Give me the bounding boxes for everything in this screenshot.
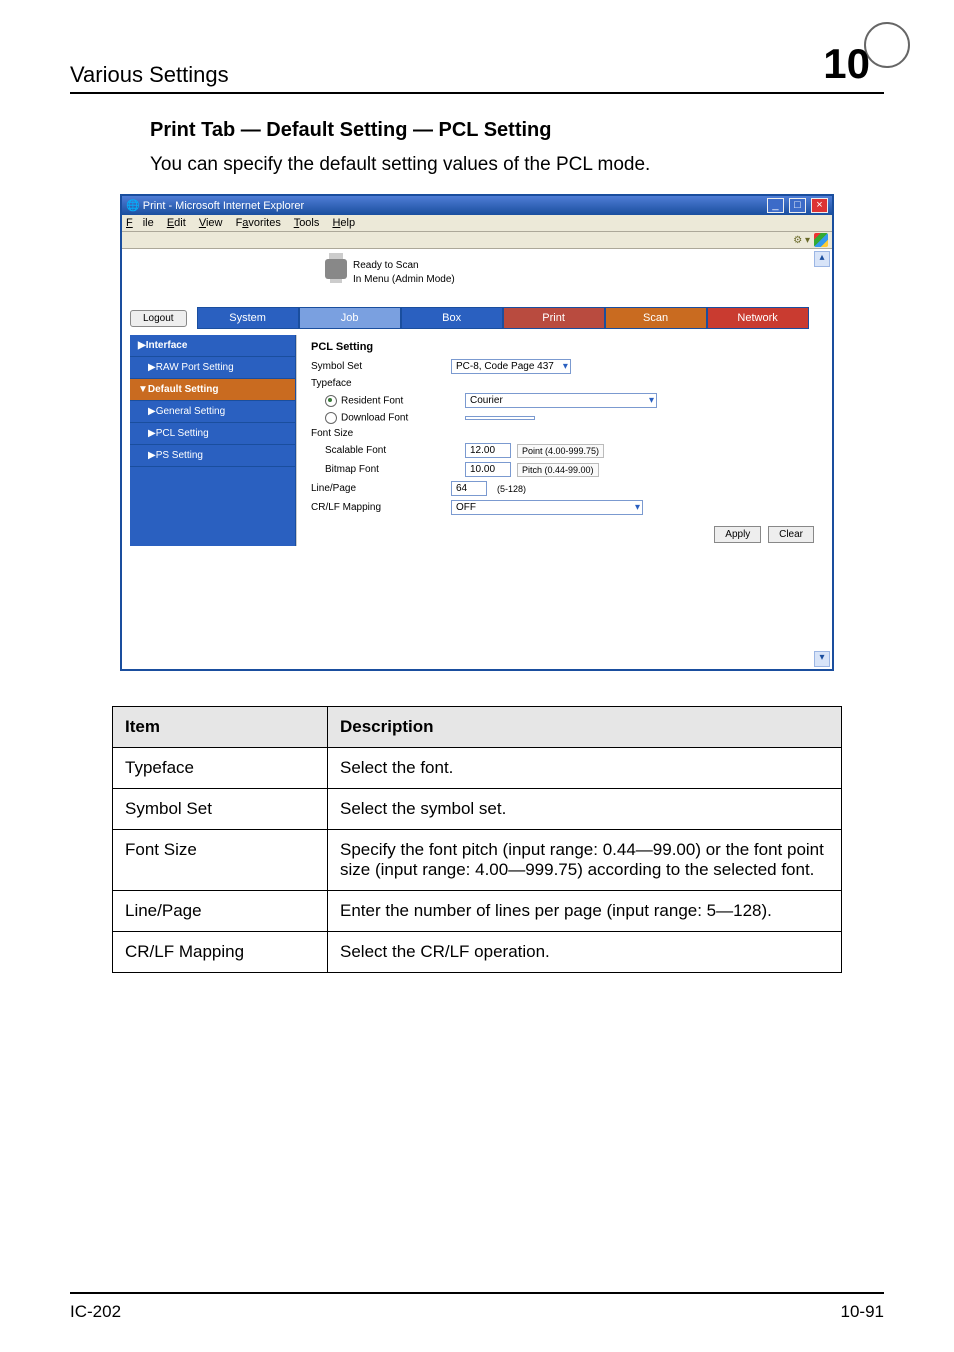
scroll-up-icon[interactable]: ▴ (814, 251, 830, 267)
description-table: Item Description TypefaceSelect the font… (112, 706, 842, 973)
symbol-set-label: Symbol Set (311, 361, 451, 372)
ie-window: 🌐 Print - Microsoft Internet Explorer _ … (120, 194, 834, 671)
scalable-font-hint: Point (4.00-999.75) (517, 444, 604, 458)
scalable-font-label: Scalable Font (325, 445, 465, 456)
cell-desc: Select the symbol set. (328, 789, 842, 830)
bitmap-font-input[interactable]: 10.00 (465, 462, 511, 477)
page-header-right: 10 (823, 40, 884, 88)
cell-item: Typeface (113, 748, 328, 789)
page-header-left: Various Settings (70, 62, 229, 88)
download-font-radio[interactable] (325, 412, 337, 424)
scroll-down-icon[interactable]: ▾ (814, 651, 830, 667)
cell-item: Symbol Set (113, 789, 328, 830)
sidebar-item-pcl[interactable]: ▶PCL Setting (130, 423, 295, 445)
cell-item: Line/Page (113, 891, 328, 932)
status-ready: Ready to Scan (353, 259, 455, 273)
section-title: Print Tab — Default Setting — PCL Settin… (150, 119, 884, 142)
table-row: Font SizeSpecify the font pitch (input r… (113, 830, 842, 891)
ie-content: ▴ ▾ Ready to Scan In Menu (Admin Mode) L… (122, 249, 832, 669)
cell-desc: Enter the number of lines per page (inpu… (328, 891, 842, 932)
typeface-label: Typeface (311, 378, 451, 389)
crlf-label: CR/LF Mapping (311, 502, 451, 513)
tab-system[interactable]: System (197, 307, 299, 329)
menu-tools[interactable]: Tools (294, 217, 320, 229)
bitmap-font-label: Bitmap Font (325, 464, 465, 475)
footer-left: IC-202 (70, 1302, 121, 1322)
tab-print[interactable]: Print (503, 307, 605, 329)
linepage-label: Line/Page (311, 483, 451, 494)
ie-menubar: File Edit View Favorites Tools Help (122, 215, 832, 232)
tab-network[interactable]: Network (707, 307, 809, 329)
menu-help[interactable]: Help (332, 217, 355, 229)
cell-desc: Select the font. (328, 748, 842, 789)
ie-title: Print - Microsoft Internet Explorer (143, 200, 304, 212)
sidebar-item-default-setting[interactable]: ▼Default Setting (130, 379, 295, 401)
windows-flag-icon[interactable] (814, 233, 828, 247)
resident-font-label: Resident Font (341, 395, 403, 406)
linepage-input[interactable]: 64 (451, 481, 487, 496)
panel-title: PCL Setting (311, 341, 814, 353)
close-icon[interactable]: × (811, 198, 828, 213)
resident-font-select[interactable]: Courier (465, 393, 657, 408)
tab-box[interactable]: Box (401, 307, 503, 329)
tab-scan[interactable]: Scan (605, 307, 707, 329)
tab-job[interactable]: Job (299, 307, 401, 329)
menu-file[interactable]: File (126, 217, 154, 229)
download-font-label: Download Font (341, 413, 408, 424)
sidebar: ▶Interface ▶RAW Port Setting ▼Default Se… (130, 335, 296, 546)
cell-item: Font Size (113, 830, 328, 891)
sidebar-item-ps[interactable]: ▶PS Setting (130, 445, 295, 467)
apply-button[interactable]: Apply (714, 526, 761, 543)
resident-font-radio[interactable] (325, 395, 337, 407)
bitmap-font-hint: Pitch (0.44-99.00) (517, 463, 599, 477)
table-row: Symbol SetSelect the symbol set. (113, 789, 842, 830)
table-row: Line/PageEnter the number of lines per p… (113, 891, 842, 932)
footer-right: 10-91 (841, 1302, 884, 1322)
intro-text: You can specify the default setting valu… (150, 154, 884, 176)
symbol-set-select[interactable]: PC-8, Code Page 437 (451, 359, 571, 374)
window-buttons: _ □ × (765, 198, 828, 213)
font-size-label: Font Size (311, 428, 451, 439)
menu-edit[interactable]: Edit (167, 217, 186, 229)
printer-icon (325, 259, 347, 279)
sidebar-item-raw-port[interactable]: ▶RAW Port Setting (130, 357, 295, 379)
ie-toolbar: ⚙ ▾ (122, 232, 832, 249)
scalable-font-input[interactable]: 12.00 (465, 443, 511, 458)
clear-button[interactable]: Clear (768, 526, 814, 543)
sidebar-item-interface[interactable]: ▶Interface (130, 335, 295, 357)
menu-view[interactable]: View (199, 217, 223, 229)
menu-favorites[interactable]: Favorites (236, 217, 281, 229)
table-row: TypefaceSelect the font. (113, 748, 842, 789)
status-mode: In Menu (Admin Mode) (353, 273, 455, 287)
sidebar-item-general[interactable]: ▶General Setting (130, 401, 295, 423)
logout-button[interactable]: Logout (130, 310, 187, 327)
linepage-hint: (5-128) (493, 483, 530, 495)
cell-item: CR/LF Mapping (113, 932, 328, 973)
maximize-icon[interactable]: □ (789, 198, 806, 213)
pcl-panel: PCL Setting Symbol Set PC-8, Code Page 4… (296, 335, 824, 546)
crlf-select[interactable]: OFF (451, 500, 643, 515)
cell-desc: Specify the font pitch (input range: 0.4… (328, 830, 842, 891)
cell-desc: Select the CR/LF operation. (328, 932, 842, 973)
minimize-icon[interactable]: _ (767, 198, 784, 213)
table-header-item: Item (113, 707, 328, 748)
chapter-number: 10 (823, 40, 870, 87)
corner-circle-decor (864, 22, 910, 68)
table-header-desc: Description (328, 707, 842, 748)
table-row: CR/LF MappingSelect the CR/LF operation. (113, 932, 842, 973)
ie-titlebar: 🌐 Print - Microsoft Internet Explorer _ … (122, 196, 832, 215)
download-font-input[interactable] (465, 416, 535, 420)
gear-icon[interactable]: ⚙ ▾ (793, 235, 810, 246)
